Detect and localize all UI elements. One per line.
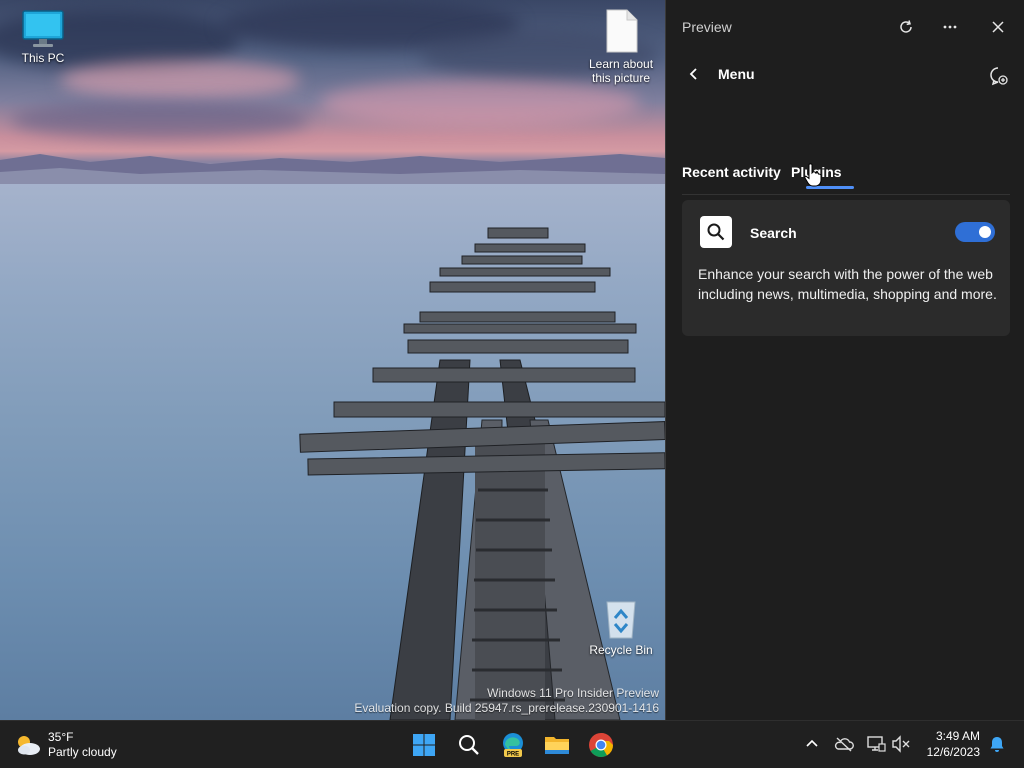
new-chat-icon — [990, 67, 1008, 86]
partly-cloudy-icon — [18, 736, 40, 755]
hand-cursor-icon — [804, 163, 822, 187]
volume-muted-icon — [892, 735, 910, 753]
plugin-name: Search — [750, 225, 797, 241]
onedrive-button[interactable] — [832, 731, 856, 757]
clock[interactable]: 3:49 AM 12/6/2023 — [918, 728, 980, 760]
search-icon — [707, 223, 725, 241]
back-icon — [689, 68, 697, 80]
desktop-icon-recycle-bin[interactable]: Recycle Bin — [578, 598, 664, 657]
menu-header: Menu — [666, 58, 1024, 90]
chrome-icon — [589, 732, 613, 758]
mountain-range — [0, 154, 665, 184]
svg-text:PRE: PRE — [507, 752, 519, 758]
desktop-icon-this-pc[interactable]: This PC — [0, 8, 86, 65]
start-icon — [413, 734, 435, 756]
volume-button[interactable] — [889, 731, 913, 757]
recycle-bin-icon — [606, 601, 636, 639]
cloud — [60, 60, 300, 100]
onedrive-icon — [834, 737, 854, 752]
clock-date: 12/6/2023 — [926, 745, 980, 759]
back-button[interactable] — [682, 62, 706, 86]
chevron-up-icon — [806, 739, 818, 747]
plugin-icon — [700, 216, 732, 248]
refresh-icon — [900, 20, 912, 33]
chrome-button[interactable] — [583, 727, 619, 763]
show-hidden-icons-button[interactable] — [800, 731, 824, 757]
plugin-card-search: Search Enhance your search with the powe… — [682, 200, 1010, 336]
copilot-preview-panel: Preview Menu Recent activity Plugins Sea… — [665, 0, 1024, 720]
desktop-icon-learn-about-picture[interactable]: Learn about this picture — [578, 8, 664, 85]
file-explorer-button[interactable] — [539, 727, 575, 763]
network-icon — [867, 736, 886, 752]
clock-time: 3:49 AM — [935, 729, 980, 743]
tab-bar: Recent activity Plugins — [682, 160, 1010, 195]
refresh-button[interactable] — [889, 10, 923, 44]
start-button[interactable] — [406, 727, 442, 763]
panel-title: Preview — [682, 19, 732, 35]
more-options-button[interactable] — [933, 10, 967, 44]
watermark-line-1: Windows 11 Pro Insider Preview — [487, 686, 659, 700]
weather-temperature: 35°F — [48, 730, 74, 744]
watermark-line-2: Evaluation copy. Build 25947.rs_prerelea… — [354, 701, 659, 715]
cloud — [10, 100, 310, 140]
weather-text: 35°F Partly cloudy — [48, 730, 117, 760]
menu-title: Menu — [718, 66, 755, 82]
taskbar-search-button[interactable] — [451, 727, 487, 763]
close-icon — [992, 21, 1004, 33]
monitor-icon — [22, 10, 64, 47]
new-chat-button[interactable] — [984, 62, 1012, 90]
edge-pre-icon: PRE — [503, 733, 523, 758]
cloud — [320, 80, 640, 126]
pier-image — [299, 227, 665, 720]
desktop-icon-label: Recycle Bin — [589, 643, 653, 657]
more-icon — [943, 25, 957, 29]
weather-condition: Partly cloudy — [48, 745, 117, 759]
notifications-button[interactable] — [985, 731, 1009, 757]
weather-widget[interactable]: 35°F Partly cloudy — [14, 727, 117, 763]
toggle-knob — [979, 226, 991, 238]
desktop-wallpaper: This PC Learn about this picture Recycle… — [0, 0, 665, 720]
file-explorer-icon — [545, 737, 569, 754]
notification-bell-icon — [990, 737, 1004, 752]
taskbar: 35°F Partly cloudy PRE 3:49 AM 12/6/2023 — [0, 720, 1024, 768]
desktop-icon-label: This PC — [21, 51, 65, 65]
tab-recent-activity[interactable]: Recent activity — [682, 164, 781, 180]
edge-preview-button[interactable]: PRE — [495, 727, 531, 763]
plugin-toggle[interactable] — [955, 222, 995, 242]
desktop-icon-label: Learn about this picture — [588, 57, 654, 85]
close-button[interactable] — [981, 10, 1015, 44]
network-button[interactable] — [864, 731, 888, 757]
search-icon — [459, 735, 479, 755]
document-icon — [606, 9, 638, 53]
plugin-description: Enhance your search with the power of th… — [698, 266, 997, 302]
evaluation-watermark: Windows 11 Pro Insider Preview Evaluatio… — [354, 686, 659, 716]
